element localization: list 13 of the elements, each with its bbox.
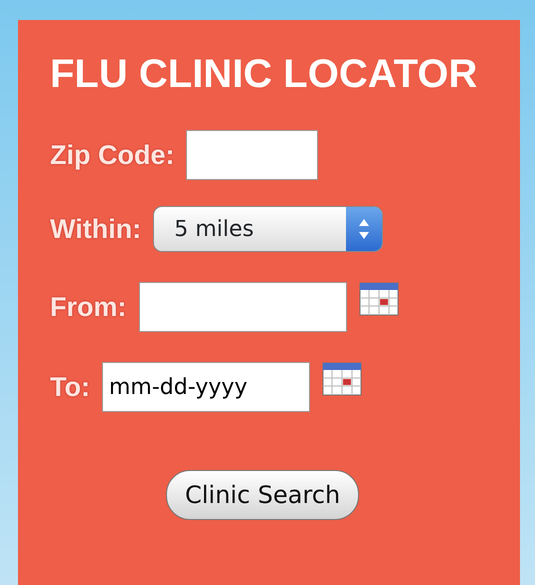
date-field[interactable]: [138, 282, 346, 332]
distance-select[interactable]: 5 miles: [153, 206, 384, 252]
field-label: Zip Code:: [50, 138, 174, 172]
date-field[interactable]: mm-dd-yyyy: [102, 362, 310, 412]
stepper-arrows-icon: [357, 217, 372, 241]
field-label: Within:: [50, 212, 142, 246]
clinic-search-button[interactable]: Clinic Search: [166, 470, 360, 520]
calendar-icon[interactable]: [358, 282, 398, 316]
calendar-icon[interactable]: [322, 362, 362, 396]
zip-code-field[interactable]: [186, 130, 318, 180]
panel-title: FLU CLINIC LOCATOR: [50, 51, 478, 98]
field-label: From:: [50, 290, 126, 324]
field-label: To:: [50, 370, 90, 404]
